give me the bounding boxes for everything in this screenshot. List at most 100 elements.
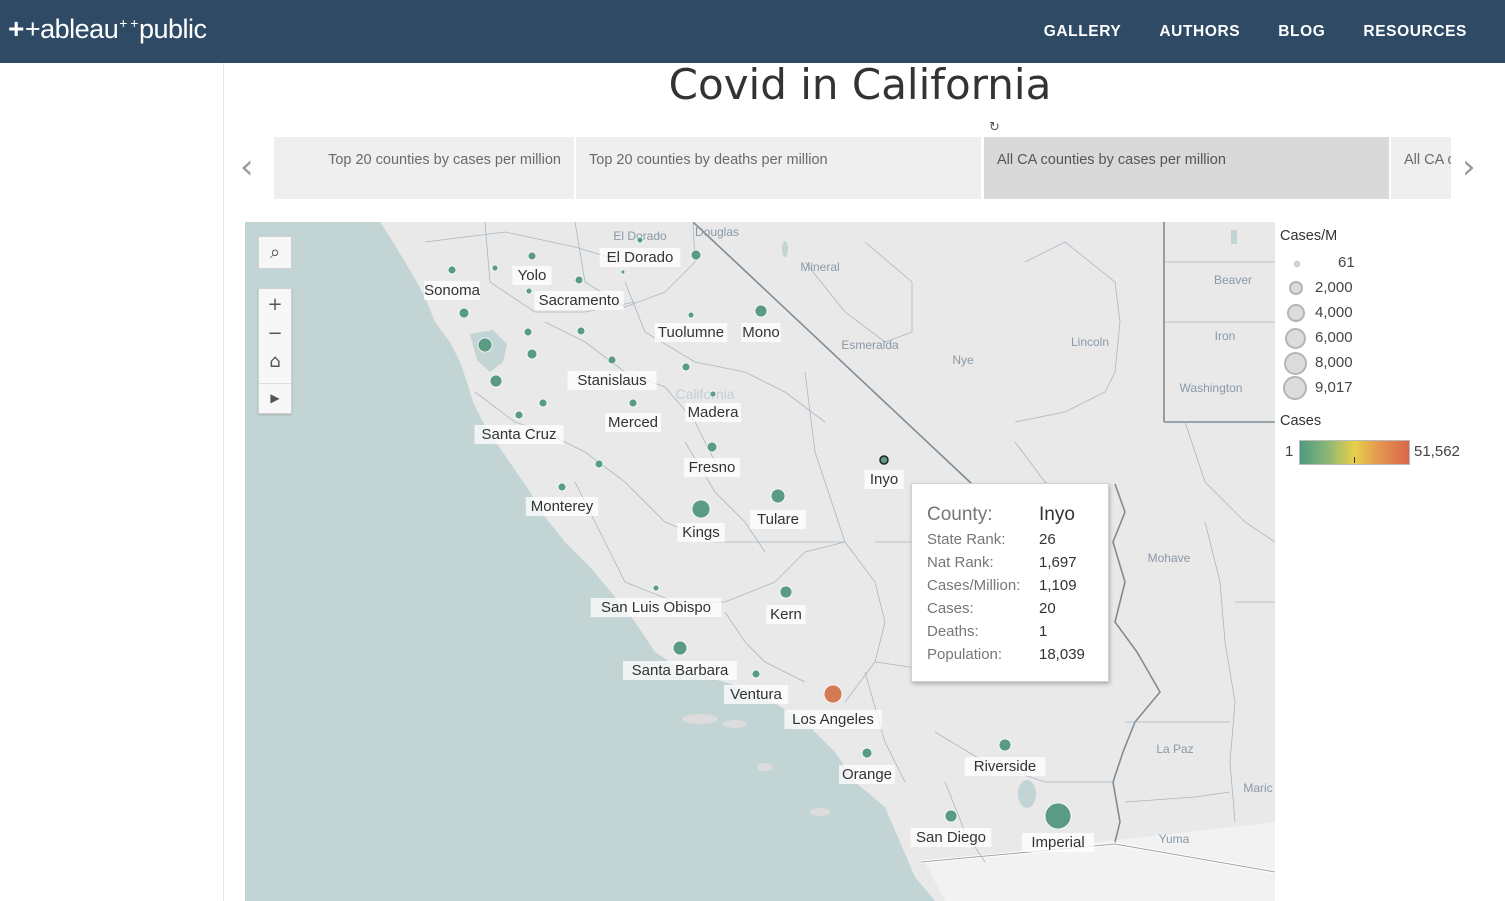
basemap-label: La Paz: [1156, 742, 1193, 756]
tooltip-value: 26: [1039, 531, 1056, 548]
mono-lake: [782, 241, 788, 257]
size-legend-item[interactable]: 4,000: [1280, 303, 1480, 328]
nav-resources-link[interactable]: RESOURCES: [1363, 23, 1467, 41]
county-mark[interactable]: [751, 669, 761, 679]
size-label: 4,000: [1315, 304, 1353, 321]
tooltip-row-cases: Cases: 20: [927, 600, 1056, 617]
island: [682, 714, 718, 724]
county-mark[interactable]: [525, 287, 533, 295]
county-mark[interactable]: [557, 482, 567, 492]
size-label: 2,000: [1315, 279, 1353, 296]
expand-tools-button[interactable]: ▶: [259, 383, 291, 411]
size-label: 9,017: [1315, 379, 1353, 396]
county-mark[interactable]: [944, 809, 958, 823]
basemap-label: Mohave: [1148, 551, 1191, 565]
county-mark[interactable]: [681, 362, 691, 372]
zoom-in-button[interactable]: +: [259, 290, 291, 318]
story-next-arrow-icon[interactable]: ›: [1462, 150, 1476, 184]
county-mark[interactable]: [491, 264, 499, 272]
county-mark[interactable]: [770, 488, 786, 504]
county-mark[interactable]: [823, 684, 843, 704]
county-mark[interactable]: [447, 265, 457, 275]
county-mark[interactable]: [754, 304, 768, 318]
county-mark[interactable]: [574, 275, 584, 285]
size-dot: [1285, 328, 1306, 349]
county-mark[interactable]: [691, 499, 711, 519]
size-legend-item[interactable]: 2,000: [1280, 278, 1480, 303]
story-point-top20-cases[interactable]: Top 20 counties by cases per million: [274, 137, 574, 199]
county-mark[interactable]: [477, 337, 493, 353]
county-mark[interactable]: [861, 747, 873, 759]
tooltip-value: 1: [1039, 623, 1048, 640]
story-point-all-counties-cases[interactable]: All CA counties by cases per million: [984, 137, 1389, 199]
salton-sea: [1018, 780, 1036, 808]
logo-plus-icon: +: [8, 13, 24, 44]
county-label: Inyo: [870, 471, 898, 488]
story-prev-arrow-icon[interactable]: ‹: [240, 150, 254, 184]
map-search-button[interactable]: ⌕: [258, 236, 292, 269]
county-mark[interactable]: [709, 390, 717, 398]
county-mark[interactable]: [607, 355, 617, 365]
nav-blog-link[interactable]: BLOG: [1278, 23, 1325, 41]
county-label: Fresno: [689, 459, 736, 476]
county-mark[interactable]: [687, 311, 695, 319]
county-mark[interactable]: [998, 738, 1012, 752]
play-arrow-icon: ▶: [270, 390, 280, 405]
reset-home-button[interactable]: ⌂: [259, 347, 291, 375]
county-mark[interactable]: [620, 269, 626, 275]
map-canvas[interactable]: California Nye Esmeralda Mineral Douglas El D…: [245, 222, 1275, 901]
basemap-label: Esmeralda: [841, 338, 899, 352]
county-mark[interactable]: [489, 374, 503, 388]
story-point-all-counties-deaths[interactable]: All CA counties by deaths per million: [1391, 137, 1451, 199]
county-mark[interactable]: [514, 410, 524, 420]
county-mark[interactable]: [526, 348, 538, 360]
content-divider: [223, 63, 224, 901]
size-legend-item[interactable]: 9,017: [1280, 376, 1480, 403]
county-mark[interactable]: [672, 640, 688, 656]
county-mark[interactable]: [594, 459, 604, 469]
size-label: 6,000: [1315, 329, 1353, 346]
county-mark[interactable]: [706, 441, 718, 453]
county-mark[interactable]: [628, 398, 638, 408]
county-mark[interactable]: [652, 584, 660, 592]
story-point-top20-deaths[interactable]: Top 20 counties by deaths per million: [576, 137, 981, 199]
tooltip-key: Deaths:: [927, 623, 979, 640]
tooltip-value: 1,109: [1039, 577, 1077, 594]
nav-authors-link[interactable]: AUTHORS: [1159, 23, 1240, 41]
tooltip-row-county: County: Inyo: [927, 504, 1075, 526]
nav-gallery-link[interactable]: GALLERY: [1044, 23, 1122, 41]
island: [723, 720, 747, 728]
county-label: Santa Cruz: [481, 426, 556, 443]
revert-icon[interactable]: ↻: [989, 120, 1000, 135]
county-mark[interactable]: [779, 585, 793, 599]
size-legend-item[interactable]: 8,000: [1280, 352, 1480, 378]
county-label: Kings: [682, 524, 720, 541]
county-mark[interactable]: [879, 455, 889, 465]
county-mark[interactable]: [523, 327, 533, 337]
size-legend-item[interactable]: 6,000: [1280, 328, 1480, 353]
basemap-label: Beaver: [1214, 273, 1252, 287]
county-mark[interactable]: [636, 236, 644, 244]
search-icon: ⌕: [269, 242, 281, 263]
county-mark[interactable]: [527, 251, 537, 261]
county-mark[interactable]: [690, 249, 702, 261]
county-mark[interactable]: [458, 307, 470, 319]
county-tooltip: County: Inyo State Rank: 26 Nat Rank: 1,697…: [911, 483, 1109, 682]
basemap-label: Iron: [1215, 329, 1236, 343]
color-legend-max: 51,562: [1414, 443, 1460, 460]
county-mark[interactable]: [576, 326, 586, 336]
california-map[interactable]: California Nye Esmeralda Mineral Douglas El D…: [245, 222, 1275, 901]
county-label: El Dorado: [607, 249, 674, 266]
viz-title: Covid in California: [668, 60, 1052, 109]
zoom-out-button[interactable]: −: [259, 319, 291, 347]
basemap-label: Nye: [952, 353, 974, 367]
basemap-label: California: [675, 386, 734, 402]
county-label: Los Angeles: [792, 711, 874, 728]
size-legend-item[interactable]: 61: [1280, 253, 1480, 278]
county-label: Kern: [770, 606, 802, 623]
tableau-public-logo[interactable]: ++ableau+ +public: [8, 13, 207, 45]
county-label: Ventura: [730, 686, 782, 703]
county-mark[interactable]: [1044, 802, 1072, 830]
basemap-label: Maric: [1243, 781, 1272, 795]
county-mark[interactable]: [538, 398, 548, 408]
